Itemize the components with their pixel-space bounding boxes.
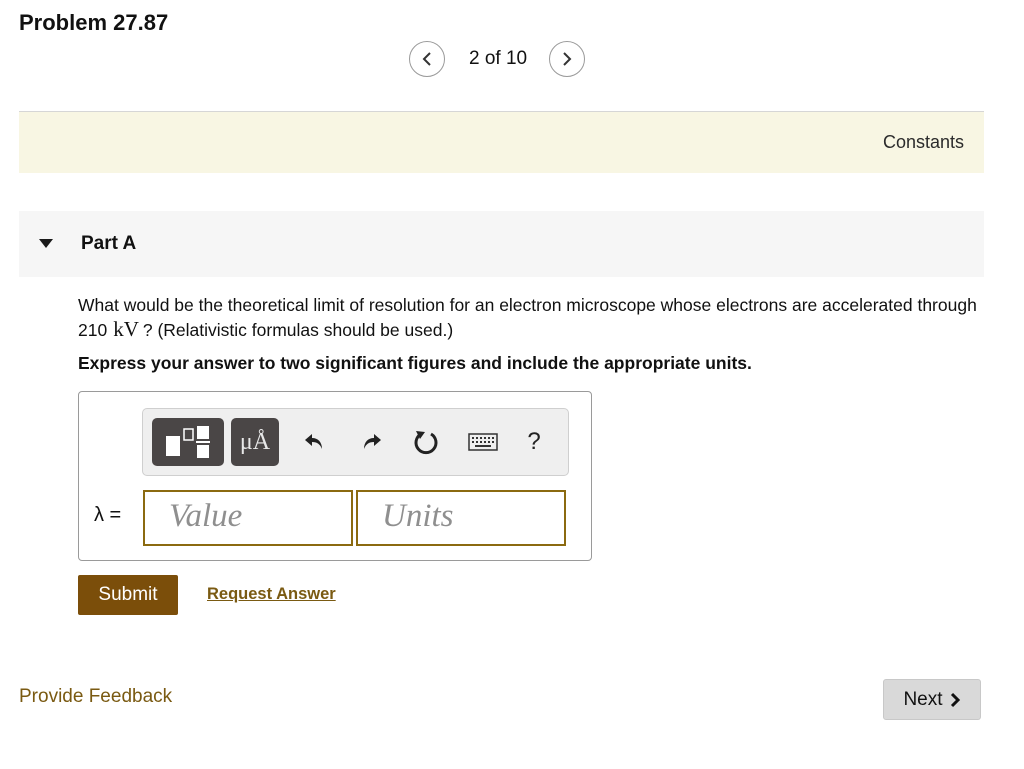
- value-input[interactable]: Value: [143, 490, 353, 546]
- answer-instruction: Express your answer to two significant f…: [78, 353, 752, 373]
- redo-icon: [364, 434, 381, 449]
- reset-icon: [414, 431, 438, 455]
- previous-problem-button[interactable]: [409, 41, 445, 77]
- caret-down-icon[interactable]: [39, 239, 53, 248]
- help-icon[interactable]: ?: [516, 418, 552, 466]
- next-button-label: Next: [903, 688, 943, 710]
- keyboard-button[interactable]: [463, 418, 503, 466]
- part-label: Part A: [81, 233, 137, 254]
- redo-button[interactable]: [353, 418, 389, 466]
- units-button[interactable]: μÅ: [231, 418, 279, 466]
- part-a-header[interactable]: Part A: [19, 211, 984, 277]
- submit-button[interactable]: Submit: [78, 575, 178, 615]
- templates-button[interactable]: [152, 418, 224, 466]
- undo-icon: [305, 434, 322, 449]
- chevron-right-icon: [563, 52, 572, 66]
- answer-box: μÅ ? λ = Value Units: [78, 391, 592, 561]
- pager: 2 of 10: [409, 40, 586, 78]
- next-problem-button[interactable]: [549, 41, 586, 77]
- chevron-left-icon: [422, 52, 431, 66]
- pager-position: 2 of 10: [469, 48, 528, 69]
- answer-variable-label: λ =: [94, 504, 122, 526]
- undo-button[interactable]: [297, 418, 333, 466]
- constants-bar: Constants: [19, 112, 984, 173]
- units-icon: μÅ: [239, 428, 271, 455]
- page: Problem 27.87 2 of 10 Constants Part A W…: [0, 0, 1024, 769]
- problem-title: Problem 27.87: [19, 10, 169, 35]
- provide-feedback-link[interactable]: Provide Feedback: [19, 686, 172, 708]
- request-answer-link[interactable]: Request Answer: [207, 585, 336, 604]
- question-text-after: ? (Relativistic formulas should be used.…: [142, 320, 454, 340]
- question-unit: kV: [113, 317, 139, 341]
- constants-link[interactable]: Constants: [883, 132, 964, 153]
- templates-icon: [166, 426, 210, 458]
- keyboard-icon: [468, 433, 498, 451]
- units-input[interactable]: Units: [356, 490, 566, 546]
- reset-button[interactable]: [408, 418, 444, 466]
- math-toolbar: μÅ ?: [142, 408, 569, 476]
- next-button[interactable]: Next: [883, 679, 981, 720]
- chevron-right-icon: [949, 692, 961, 708]
- question-text: What would be the theoretical limit of r…: [78, 293, 988, 342]
